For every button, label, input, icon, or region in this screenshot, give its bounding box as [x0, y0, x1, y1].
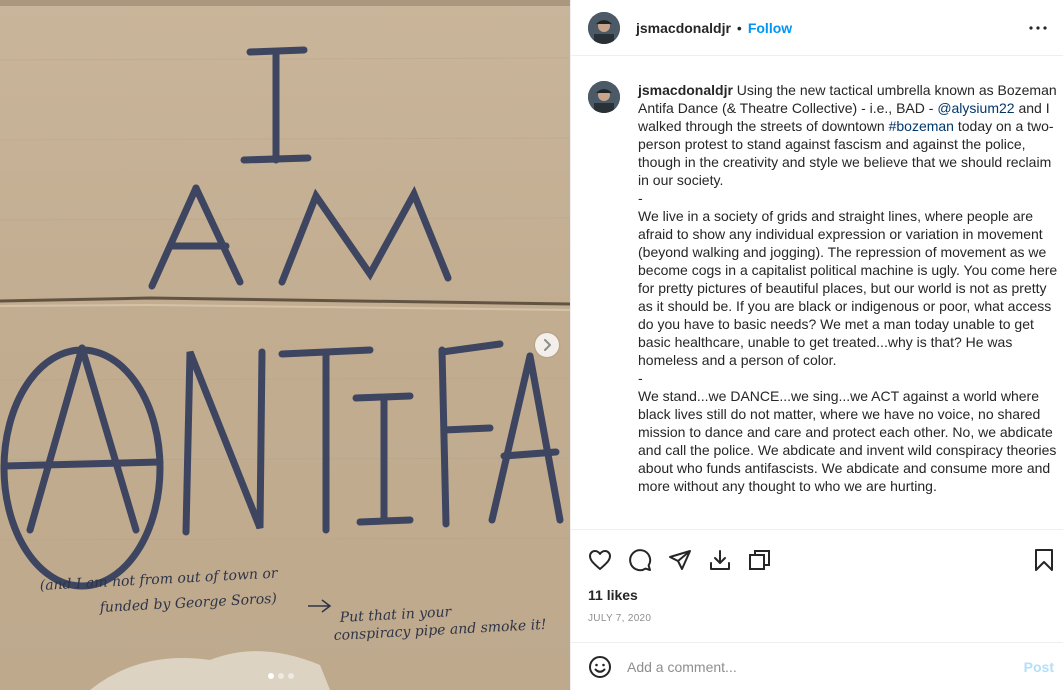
heart-icon — [589, 550, 611, 570]
avatar-photo — [588, 81, 620, 113]
likes-count[interactable]: 11 likes — [588, 587, 638, 603]
post-image[interactable]: (and I am not from out of town or funded… — [0, 0, 570, 690]
carousel-dot — [268, 673, 274, 679]
download-icon — [710, 550, 730, 570]
emoji-icon — [589, 655, 611, 678]
caption-mention-link[interactable]: @alysium22 — [937, 100, 1014, 116]
comment-input[interactable] — [627, 658, 997, 675]
post-header: jsmacdonaldjr • Follow — [571, 0, 1063, 56]
share-button[interactable] — [666, 546, 694, 574]
header-separator: • — [736, 19, 742, 36]
comments-section[interactable]: jsmacdonaldjr Using the new tactical umb… — [571, 57, 1063, 530]
carousel-indicator — [268, 673, 294, 679]
caption-avatar[interactable] — [588, 81, 620, 113]
comment-icon — [629, 549, 652, 572]
avatar-photo — [588, 11, 620, 44]
share-icon — [669, 550, 691, 570]
caption-username[interactable]: jsmacdonaldjr — [638, 82, 733, 98]
caption: jsmacdonaldjr Using the new tactical umb… — [588, 81, 1058, 495]
copy-icon — [749, 550, 770, 570]
comment-button[interactable] — [626, 546, 654, 574]
avatar[interactable] — [588, 11, 620, 44]
add-comment-bar: Post — [571, 642, 1063, 690]
cardboard-sign-illustration: (and I am not from out of town or funded… — [0, 0, 570, 690]
more-options-button[interactable] — [1026, 18, 1050, 38]
carousel-dot — [288, 673, 294, 679]
note-line-1: (and I am not from out of town or — [39, 565, 279, 594]
emoji-button[interactable] — [587, 654, 613, 680]
bookmark-icon — [1035, 549, 1053, 571]
more-horizontal-icon — [1029, 26, 1047, 30]
action-bar — [571, 540, 1063, 580]
save-button[interactable] — [1030, 546, 1058, 574]
caption-hashtag-link[interactable]: #bozeman — [889, 118, 954, 134]
copy-button[interactable] — [746, 546, 774, 574]
carousel-next-button[interactable] — [535, 333, 559, 357]
follow-button[interactable]: Follow — [748, 20, 792, 36]
post-comment-button[interactable]: Post — [1024, 659, 1054, 675]
caption-part-3: today on a two-person protest to stand a… — [638, 118, 1058, 494]
carousel-dot — [278, 673, 284, 679]
caption-text: jsmacdonaldjr Using the new tactical umb… — [638, 81, 1058, 495]
post-date[interactable]: JULY 7, 2020 — [588, 613, 651, 624]
header-username[interactable]: jsmacdonaldjr — [636, 20, 731, 36]
like-button[interactable] — [586, 546, 614, 574]
download-button[interactable] — [706, 546, 734, 574]
note-line-2: funded by George Soros) — [98, 591, 277, 616]
post-details-panel: jsmacdonaldjr • Follow jsmacdonaldjr Usi… — [570, 0, 1063, 690]
chevron-right-icon — [544, 339, 551, 351]
